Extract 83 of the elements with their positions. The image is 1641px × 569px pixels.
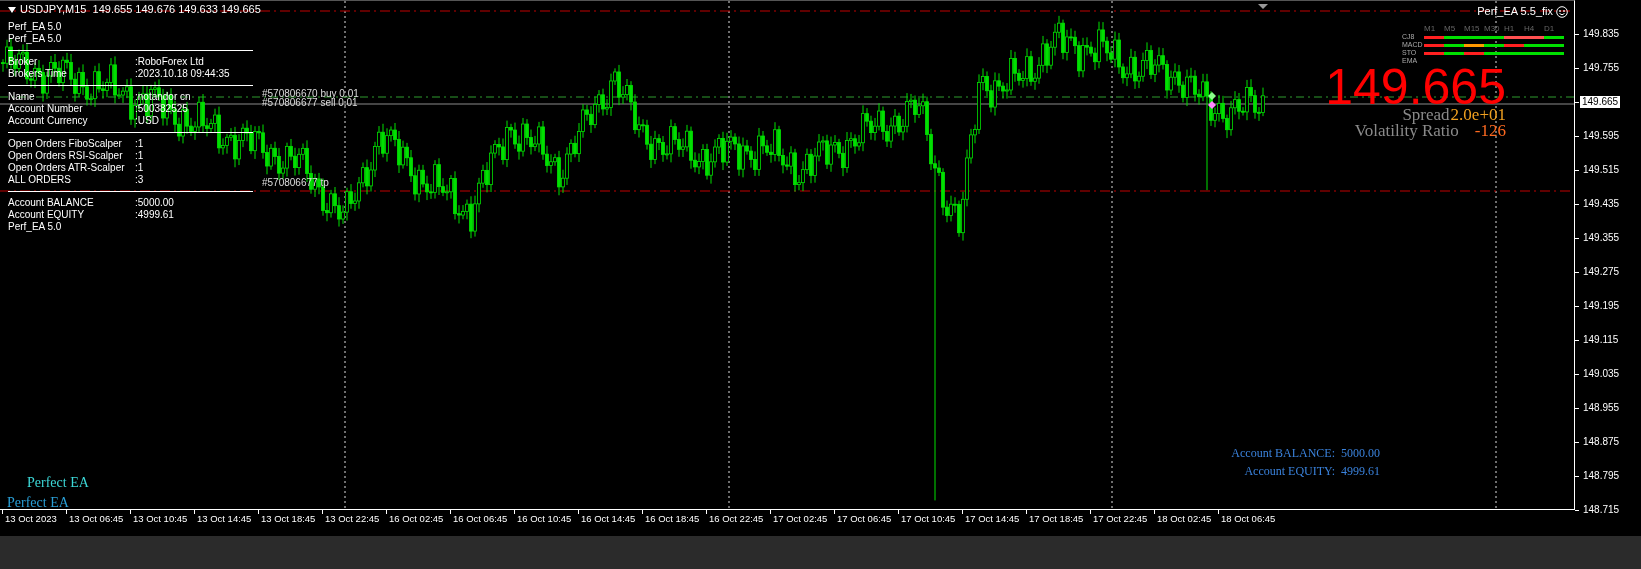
price-label: 149.515 [1583, 164, 1620, 176]
info-label: Account EQUITY [8, 209, 86, 221]
price-label: 149.835 [1583, 28, 1620, 40]
info-label: Perf_EA 5.0 [8, 33, 63, 45]
price-label: 148.955 [1583, 402, 1620, 414]
time-label: 16 Oct 14:45 [580, 512, 636, 526]
summary-value: 4999.61 [1341, 464, 1380, 478]
price-label: 149.355 [1583, 232, 1620, 244]
time-label: 13 Oct 18:45 [260, 512, 316, 526]
info-value: :notandor cn [135, 91, 191, 103]
time-label: 17 Oct 18:45 [1028, 512, 1084, 526]
symbol-header: USDJPY,M15 149.655 149.676 149.633 149.665 [20, 3, 261, 16]
order-label: #570806670 buy 0.01 [262, 88, 359, 99]
info-value: :USD [135, 115, 159, 127]
footer-label: Perfect EA [7, 495, 69, 509]
price-label: 149.755 [1583, 62, 1620, 74]
time-label: 16 Oct 06:45 [452, 512, 508, 526]
info-label: Open Orders RSI-Scalper [8, 150, 124, 162]
time-label: 17 Oct 06:45 [836, 512, 892, 526]
timeframe-label: M15 [1464, 25, 1481, 33]
price-label: 149.435 [1583, 198, 1620, 210]
current-price-tag: 149.665 [1580, 96, 1621, 108]
summary-label: Account BALANCE: [1231, 446, 1335, 460]
footer-label: Perfect EA [27, 475, 89, 491]
info-value: :3 [135, 174, 144, 186]
timeframe-label: H4 [1524, 25, 1536, 33]
price-label: 149.595 [1583, 130, 1620, 142]
current-price: 149.665 [1325, 67, 1506, 107]
time-label: 13 Oct 2023 [4, 512, 57, 526]
spread-value: 2.0e+01 [1450, 107, 1506, 123]
order-label: #570806677 sell 0.01 [262, 97, 358, 108]
time-label: 13 Oct 14:45 [196, 512, 252, 526]
triangle-icon [1258, 4, 1268, 9]
timeframe-label: M1 [1424, 25, 1437, 33]
time-label: 16 Oct 10:45 [516, 512, 572, 526]
smiley-icon [1556, 5, 1568, 18]
timeframe-label: H1 [1504, 25, 1516, 33]
info-label: Perf_EA 5.0 [8, 221, 63, 233]
info-value: :4999.61 [135, 209, 174, 221]
spread-label: Spread [1402, 107, 1450, 123]
volatility-value: -126 [1474, 123, 1506, 139]
time-label: 17 Oct 14:45 [964, 512, 1020, 526]
time-label: 18 Oct 02:45 [1156, 512, 1212, 526]
time-label: 17 Oct 10:45 [900, 512, 956, 526]
time-label: 18 Oct 06:45 [1220, 512, 1276, 526]
info-value: :1 [135, 138, 144, 150]
info-label: Open Orders FiboScalper [8, 138, 123, 150]
price-label: 149.275 [1583, 266, 1620, 278]
time-label: 16 Oct 22:45 [708, 512, 764, 526]
time-label: 17 Oct 02:45 [772, 512, 828, 526]
timeframe-label: M30 [1484, 25, 1501, 33]
time-label: 16 Oct 18:45 [644, 512, 700, 526]
price-label: 149.115 [1583, 334, 1619, 346]
summary-value: 5000.00 [1341, 446, 1380, 460]
summary-label: Account EQUITY: [1244, 464, 1335, 478]
price-label: 148.715 [1583, 504, 1620, 516]
time-label: 17 Oct 22:45 [1092, 512, 1148, 526]
price-label: 149.035 [1583, 368, 1620, 380]
indicator-title: Perf_EA 5.5_fix [1477, 5, 1553, 18]
volatility-label: Volatility Ratio [1354, 123, 1459, 139]
price-label: 148.795 [1583, 470, 1620, 482]
info-label: Broker [8, 56, 39, 68]
dropdown-triangle-icon [8, 6, 16, 13]
info-label: Account BALANCE [8, 197, 95, 209]
time-label: 13 Oct 10:45 [132, 512, 188, 526]
info-label: Name [8, 91, 36, 103]
info-label: ALL ORDERS [8, 174, 72, 186]
info-label: Open Orders ATR-Scalper [8, 162, 126, 174]
info-label: Account Number [8, 103, 84, 115]
time-label: 13 Oct 22:45 [324, 512, 380, 526]
timeframe-label: M5 [1444, 25, 1457, 33]
info-label: Account Currency [8, 115, 89, 127]
info-value: :2023.10.18 09:44:35 [135, 68, 230, 80]
info-value: :1 [135, 150, 144, 162]
info-value: :RoboForex Ltd [135, 56, 204, 68]
timeframe-label: D1 [1544, 25, 1556, 33]
price-label: 148.875 [1583, 436, 1620, 448]
price-label: 149.195 [1583, 300, 1620, 312]
time-label: 16 Oct 02:45 [388, 512, 444, 526]
info-value: :5000.00 [135, 197, 174, 209]
time-label: 13 Oct 06:45 [68, 512, 124, 526]
info-label: Perf_EA 5.0 [8, 21, 63, 33]
info-value: :1 [135, 162, 144, 174]
